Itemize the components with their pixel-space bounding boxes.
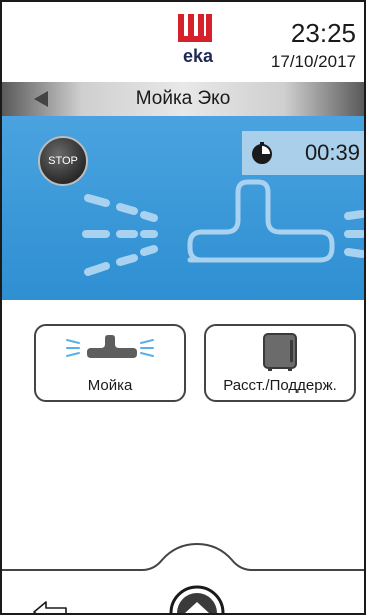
logo-text: eka <box>182 46 214 66</box>
wash-button-label: Мойка <box>87 377 133 394</box>
wash-illustration-icon <box>82 179 364 276</box>
proofer-hold-button[interactable]: Расст./Поддерж. <box>204 324 356 402</box>
app-frame: eka 23:25 17/10/2017 Мойка Эко STOP 00:3… <box>0 0 366 615</box>
home-icon[interactable] <box>168 584 226 615</box>
wash-button[interactable]: Мойка <box>34 324 186 402</box>
program-panel: STOP 00:39 <box>2 116 364 300</box>
clock-date: 17/10/2017 <box>270 52 356 71</box>
proofer-cabinet-icon <box>263 333 297 371</box>
proofer-hold-button-label: Расст./Поддерж. <box>223 377 337 394</box>
page-title: Мойка Эко <box>135 88 231 109</box>
timer-display: 00:39 <box>242 131 364 175</box>
back-outline-arrow-icon[interactable] <box>32 600 68 615</box>
logo-bars-icon <box>178 14 212 42</box>
brand-logo: eka <box>172 14 224 72</box>
title-bar: Мойка Эко <box>2 82 364 116</box>
wash-spray-icon <box>66 335 154 358</box>
timer-value: 00:39 <box>304 140 360 165</box>
header: eka 23:25 17/10/2017 <box>2 2 364 82</box>
timer-icon <box>252 142 272 164</box>
clock-time: 23:25 <box>290 18 356 48</box>
